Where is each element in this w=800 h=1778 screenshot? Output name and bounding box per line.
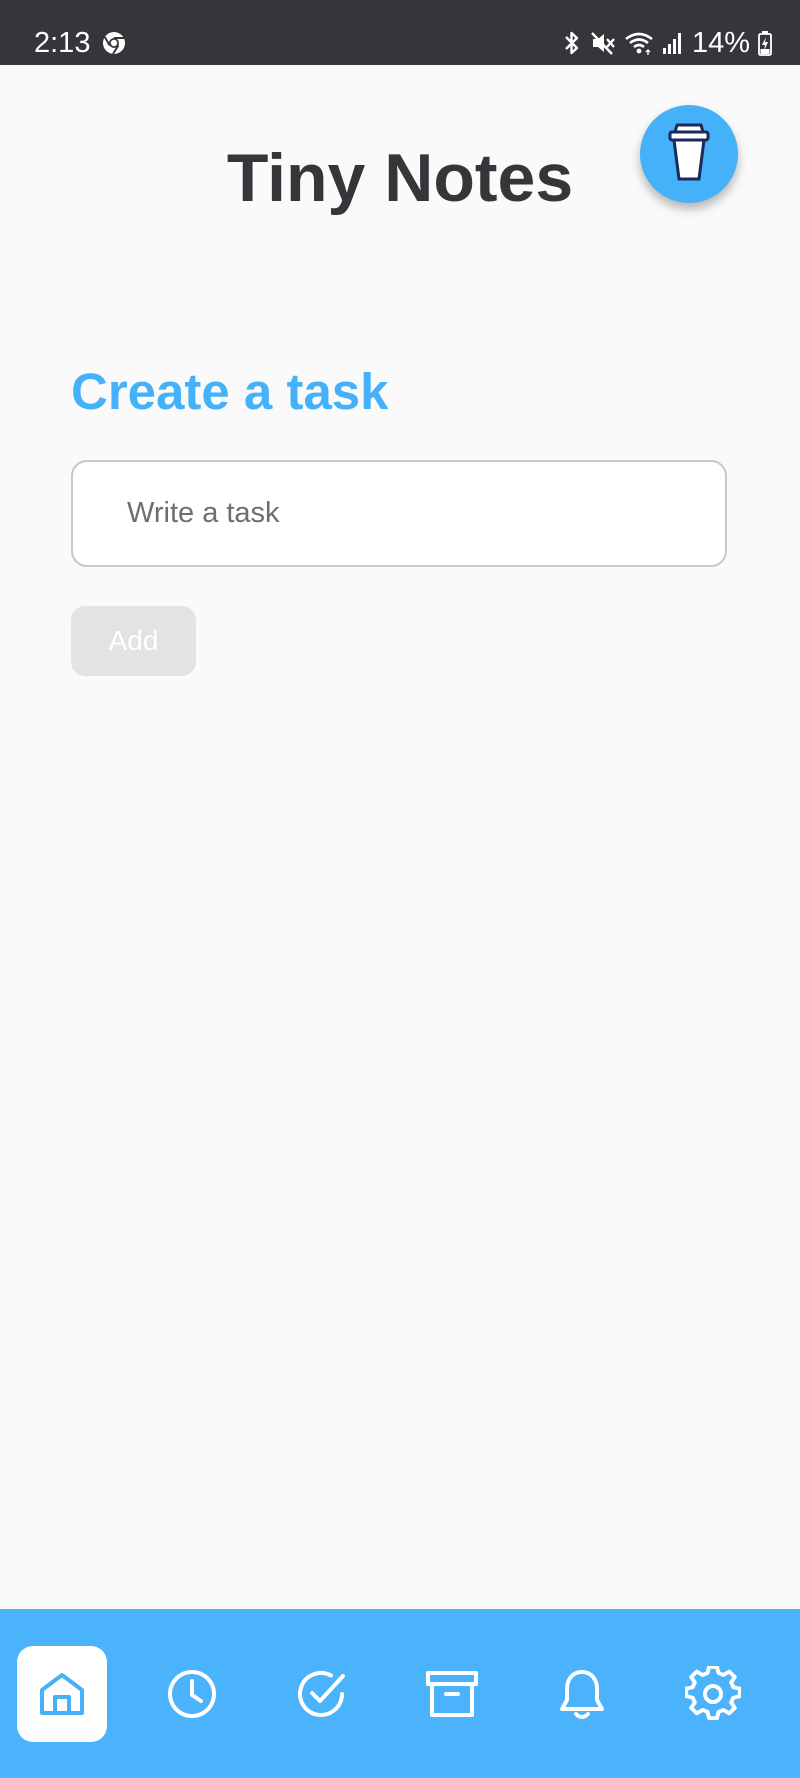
status-icons: 14% — [562, 26, 772, 60]
nav-archive[interactable] — [407, 1646, 497, 1742]
chrome-icon — [102, 31, 126, 55]
nav-history[interactable] — [147, 1646, 237, 1742]
bottom-nav — [0, 1609, 800, 1778]
signal-icon — [662, 30, 684, 56]
battery-charging-icon — [758, 30, 772, 56]
create-task-heading: Create a task — [71, 363, 389, 420]
buy-coffee-button[interactable] — [640, 105, 738, 203]
status-bar: 2:13 14% — [0, 0, 800, 65]
nav-completed[interactable] — [277, 1646, 367, 1742]
archive-icon — [425, 1669, 479, 1719]
battery-percent: 14% — [691, 27, 750, 59]
nav-settings[interactable] — [668, 1646, 758, 1742]
wifi-icon — [624, 30, 654, 56]
app-screen: 2:13 14% Tiny Notes Create a task Write … — [0, 0, 800, 1778]
home-icon — [37, 1669, 87, 1719]
status-time: 2:13 — [34, 27, 91, 59]
gear-icon — [685, 1666, 741, 1722]
nav-home[interactable] — [17, 1646, 107, 1742]
clock-icon — [166, 1668, 218, 1720]
task-input[interactable] — [71, 460, 727, 567]
check-circle-icon — [295, 1667, 349, 1721]
coffee-cup-icon — [666, 121, 712, 188]
nav-reminders[interactable] — [537, 1646, 627, 1742]
bluetooth-icon — [562, 30, 582, 56]
mute-icon — [590, 30, 616, 56]
add-button[interactable]: Add — [71, 606, 196, 676]
bell-icon — [557, 1667, 607, 1721]
